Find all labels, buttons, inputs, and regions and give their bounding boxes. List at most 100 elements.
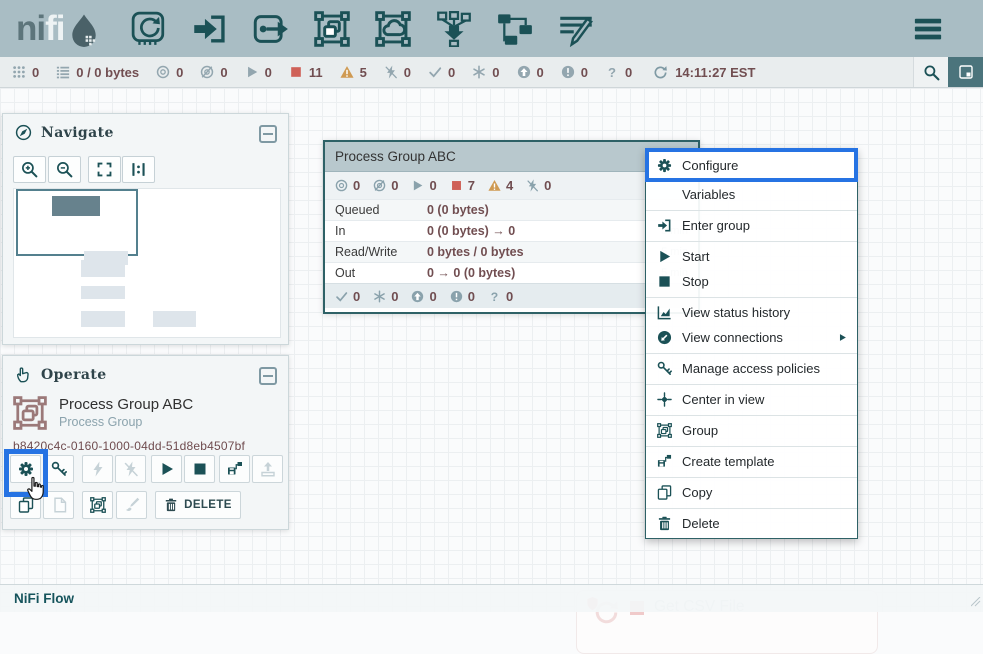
menu-item-configure[interactable]: Configure <box>645 148 858 182</box>
menu-item-manage-access-policies[interactable]: Manage access policies <box>646 356 857 381</box>
selected-component-name: Process Group ABC <box>59 396 193 413</box>
zoom-in-icon <box>21 161 38 178</box>
configure-button[interactable] <box>10 455 41 483</box>
group-button[interactable] <box>82 491 113 519</box>
transmitting-icon <box>335 179 348 192</box>
logo-text-fi: fi <box>45 9 64 49</box>
menu-item-view-status-history[interactable]: View status history <box>646 300 857 325</box>
up-to-date-icon <box>335 290 348 303</box>
menu-item-delete[interactable]: Delete <box>646 511 857 536</box>
queued-status: 0 / 0 bytes <box>56 65 139 80</box>
label-component[interactable] <box>556 9 596 49</box>
nifi-drop-icon <box>67 13 101 49</box>
processor-component[interactable] <box>129 9 169 49</box>
menu-separator <box>646 210 857 211</box>
gear-icon <box>18 461 34 477</box>
global-menu-button[interactable] <box>910 13 946 45</box>
last-refresh[interactable]: 14:11:27 EST <box>653 65 755 80</box>
input-port-component[interactable] <box>190 9 230 49</box>
brush-icon <box>124 497 140 513</box>
key-icon <box>51 461 67 477</box>
minimap-selected-component <box>52 196 100 216</box>
zoom-actual-size-button[interactable] <box>122 156 155 183</box>
trash-icon <box>657 516 672 531</box>
zoom-in-button[interactable] <box>13 156 46 183</box>
play-icon <box>159 461 175 477</box>
breadcrumb-root[interactable]: NiFi Flow <box>14 591 74 606</box>
status-history-chart-icon <box>657 305 672 320</box>
navigate-panel: Navigate <box>2 113 289 345</box>
start-button[interactable] <box>151 455 182 483</box>
menu-separator <box>646 241 857 242</box>
zoom-fit-icon <box>96 161 113 178</box>
locally-modified-stale-icon <box>450 290 463 303</box>
menu-item-create-template[interactable]: Create template <box>646 449 857 474</box>
stopped-icon <box>450 179 463 192</box>
center-view-icon <box>657 392 672 407</box>
menu-item-enter-group[interactable]: Enter group <box>646 213 857 238</box>
running-status: 0 <box>245 65 272 80</box>
menu-separator <box>646 415 857 416</box>
menu-item-center-in-view[interactable]: Center in view <box>646 387 857 412</box>
navigate-collapse-button[interactable] <box>259 125 277 143</box>
invalid-icon <box>488 179 501 192</box>
label-icon <box>558 11 594 47</box>
menu-item-variables[interactable]: Variables <box>646 182 857 207</box>
stopped-icon <box>289 65 303 79</box>
sync-failure-status: 0 <box>605 65 632 80</box>
menu-item-copy[interactable]: Copy <box>646 480 857 505</box>
disabled-icon <box>526 179 539 192</box>
submenu-arrow-icon <box>838 329 847 347</box>
change-color-button[interactable] <box>116 491 147 519</box>
invalid-icon <box>340 65 354 79</box>
lightning-slash-icon <box>123 461 139 477</box>
menu-separator <box>646 477 857 478</box>
create-template-button[interactable] <box>219 455 250 483</box>
funnel-icon <box>436 11 472 47</box>
up-to-date-status: 0 <box>428 65 455 80</box>
create-template-icon <box>657 454 672 469</box>
lightning-icon <box>90 461 106 477</box>
trash-icon <box>164 498 178 512</box>
menu-item-view-connections[interactable]: View connections <box>646 325 857 350</box>
up-to-date-icon <box>428 65 442 79</box>
context-menu: Configure Variables Enter group Start St… <box>645 148 858 539</box>
enable-button[interactable] <box>82 455 113 483</box>
birdseye-minimap[interactable] <box>13 188 281 338</box>
paste-button[interactable] <box>43 491 74 519</box>
copy-button[interactable] <box>10 491 41 519</box>
zoom-out-icon <box>56 161 73 178</box>
locally-modified-status: 0 <box>472 65 499 80</box>
selected-component-id: b8420c4c-0160-1000-04dd-51d8eb4507bf <box>13 439 245 453</box>
menu-item-start[interactable]: Start <box>646 244 857 269</box>
process-group-header: Process Group ABC <box>325 142 698 172</box>
active-threads-status: 0 <box>12 65 39 80</box>
process-group-abc[interactable]: Process Group ABC 0 0 0 7 4 0 Queued0 (0… <box>323 140 700 314</box>
sync-failure-icon <box>488 290 501 303</box>
template-component[interactable] <box>495 9 535 49</box>
upload-template-icon <box>260 461 276 477</box>
process-group-component[interactable] <box>312 9 352 49</box>
access-policies-button[interactable] <box>43 455 74 483</box>
delete-button[interactable]: DELETE <box>155 491 241 519</box>
flow-canvas[interactable]: Navigate Operate Process Group ABC Proce… <box>0 88 983 612</box>
output-port-component[interactable] <box>251 9 291 49</box>
hand-icon <box>15 366 32 383</box>
funnel-component[interactable] <box>434 9 474 49</box>
menu-item-group[interactable]: Group <box>646 418 857 443</box>
zoom-fit-button[interactable] <box>88 156 121 183</box>
new-canvas-button[interactable] <box>948 57 983 87</box>
stop-button[interactable] <box>184 455 215 483</box>
global-search-button[interactable] <box>913 57 948 87</box>
resize-grip-icon <box>971 597 981 607</box>
minimap-component <box>153 311 196 327</box>
process-group-name: Process Group ABC <box>335 149 456 164</box>
operate-collapse-button[interactable] <box>259 367 277 385</box>
input-port-icon <box>192 11 228 47</box>
upload-template-button[interactable] <box>252 455 283 483</box>
disable-button[interactable] <box>115 455 146 483</box>
remote-process-group-component[interactable] <box>373 9 413 49</box>
menu-item-stop[interactable]: Stop <box>646 269 857 294</box>
zoom-out-button[interactable] <box>48 156 81 183</box>
stat-row-out: Out0 → 0 (0 bytes)5 min <box>325 262 698 283</box>
